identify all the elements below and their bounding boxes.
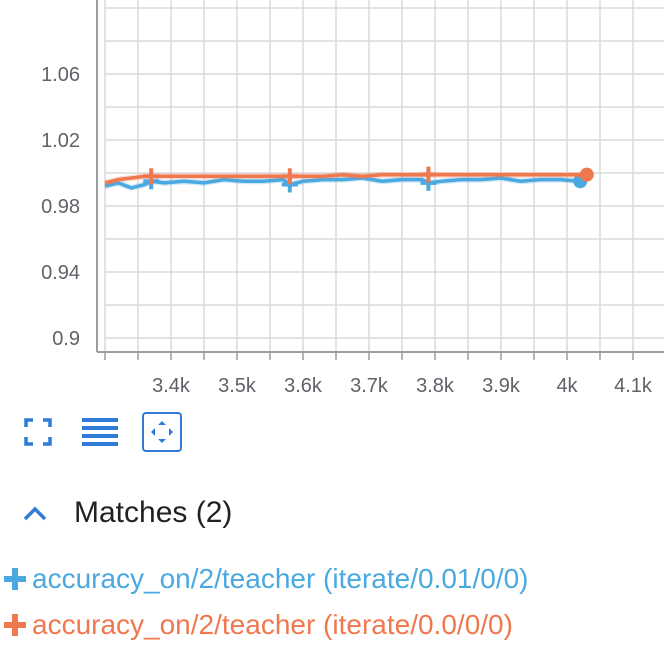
x-tick-label: 3.4k (152, 375, 191, 397)
match-item[interactable]: accuracy_on/2/teacher (iterate/0.01/0/0) (2, 556, 529, 602)
x-tick-label: 3.6k (284, 375, 323, 397)
match-item-label: accuracy_on/2/teacher (iterate/0.0/0/0) (32, 609, 513, 640)
fullscreen-icon (24, 418, 52, 446)
chevron-up-icon[interactable] (22, 504, 48, 522)
match-item-label: accuracy_on/2/teacher (iterate/0.01/0/0) (32, 563, 529, 594)
x-tick-label: 4k (556, 375, 578, 397)
series-last-point (579, 167, 594, 182)
fit-domain-button[interactable] (142, 412, 182, 452)
matches-list: accuracy_on/2/teacher (iterate/0.01/0/0)… (2, 556, 529, 648)
x-tick-label: 3.7k (350, 375, 389, 397)
y-tick-labels: 0.9 0.94 0.98 1.02 1.06 (41, 64, 80, 350)
lines-icon (82, 418, 118, 446)
x-tick-label: 4.1k (614, 375, 653, 397)
plus-icon (4, 614, 26, 636)
y-tick-label: 0.94 (41, 262, 80, 284)
line-chart: 0.9 0.94 0.98 1.02 1.06 3.4k 3.5k 3.6k 3.7k 3.8k… (41, 0, 664, 397)
fit-domain-icon (151, 421, 173, 443)
matches-title: Matches (2) (74, 496, 233, 529)
plus-icon (4, 568, 26, 590)
y-tick-label: 1.06 (41, 64, 80, 86)
y-tick-label: 0.98 (41, 196, 80, 218)
x-tick-labels: 3.4k 3.5k 3.6k 3.7k 3.8k 3.9k 4k 4.1k (152, 375, 653, 397)
fullscreen-button[interactable] (18, 412, 58, 452)
match-item[interactable]: accuracy_on/2/teacher (iterate/0.0/0/0) (2, 602, 529, 648)
y-tick-label: 1.02 (41, 130, 80, 152)
x-tick-label: 3.8k (416, 375, 455, 397)
x-tick-label: 3.9k (482, 375, 521, 397)
chart-series (104, 166, 594, 193)
toggle-log-scale-button[interactable] (80, 412, 120, 452)
x-tick-label: 3.5k (218, 375, 257, 397)
matches-header[interactable]: Matches (2) (22, 496, 232, 530)
chart-toolbar (18, 412, 182, 452)
y-tick-label: 0.9 (52, 328, 80, 350)
